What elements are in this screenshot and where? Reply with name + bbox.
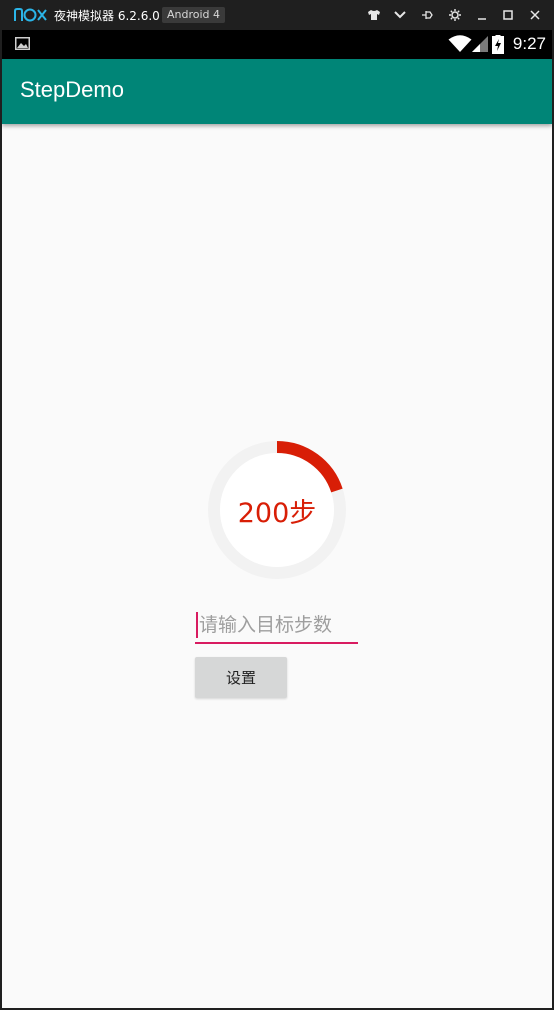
- phone-screen: 9:27 StepDemo 200步 设置: [2, 30, 552, 1008]
- close-icon[interactable]: [525, 5, 545, 25]
- pin-icon[interactable]: [417, 5, 437, 25]
- wifi-icon: [448, 35, 472, 52]
- image-notification-icon: [15, 37, 30, 50]
- shirt-icon[interactable]: [364, 5, 384, 25]
- emulator-title-bar: 夜神模拟器 6.2.6.0 Android 4: [0, 0, 554, 30]
- emulator-title: 夜神模拟器 6.2.6.0: [54, 9, 160, 23]
- gear-icon[interactable]: [445, 5, 465, 25]
- target-steps-input[interactable]: [195, 608, 358, 642]
- chevron-down-icon[interactable]: [390, 5, 410, 25]
- step-count-label: 200步: [237, 497, 317, 529]
- status-bar: 9:27: [2, 30, 552, 59]
- status-time: 9:27: [512, 34, 546, 53]
- target-steps-field[interactable]: [195, 608, 358, 644]
- app-bar: StepDemo: [2, 59, 552, 124]
- app-title: StepDemo: [20, 77, 124, 102]
- nox-logo-icon: [14, 8, 47, 22]
- android-version-badge: Android 4: [162, 7, 226, 23]
- maximize-icon[interactable]: [498, 5, 518, 25]
- battery-icon: [492, 35, 504, 54]
- minimize-icon[interactable]: [472, 5, 492, 25]
- text-cursor: [196, 612, 198, 638]
- signal-icon: [472, 36, 488, 52]
- set-button[interactable]: 设置: [195, 657, 287, 698]
